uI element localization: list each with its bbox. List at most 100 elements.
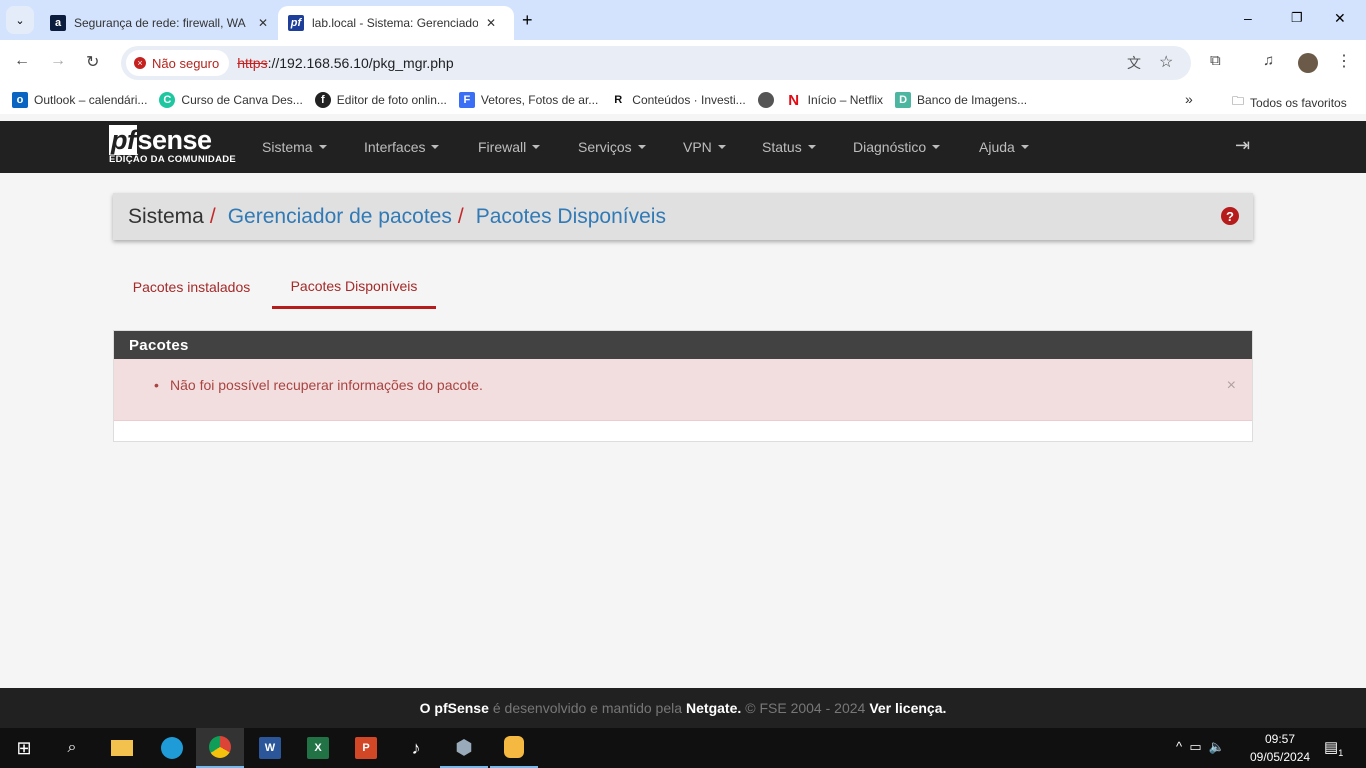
search-icon[interactable]: ⌕ [48,728,96,768]
tiktok-icon[interactable]: ♪ [392,728,440,768]
windows-start-icon[interactable]: ⊞ [0,728,48,768]
bookmarks-bar: o Outlook – calendári... C Curso de Canva … [0,86,1366,114]
outlook-icon: o [12,92,28,108]
bookmark-freepik[interactable]: F Vetores, Fotos de ar... [458,92,598,108]
menu-icon[interactable]: ⋮ [1336,51,1352,71]
license-link[interactable]: Ver licença. [869,700,946,716]
breadcrumb-gerenciador[interactable]: Gerenciador de pacotes [228,205,452,229]
virtualbox-icon[interactable]: ⬢ [440,728,488,768]
bookmark-canva[interactable]: C Curso de Canva Des... [159,92,303,108]
tab-label: Pacotes Disponíveis [290,277,418,294]
back-icon[interactable]: ← [14,52,30,70]
forward-icon[interactable]: → [50,52,66,70]
chrome-icon[interactable] [196,728,244,768]
time: 09:57 [1264,732,1296,746]
menu-vpn[interactable]: VPN [683,121,726,173]
menu-sistema[interactable]: Sistema [262,121,327,173]
browser-tab-active[interactable]: pf lab.local - Sistema: Gerenciador ✕ [278,6,514,40]
word-icon[interactable]: W [246,728,294,768]
bookmark-globe[interactable] [757,92,774,108]
bookmark-rh[interactable]: R Conteúdos · Investi... [610,92,745,108]
caret-down-icon [717,145,726,149]
bookmark-label: Banco de Imagens... [917,93,1028,107]
notification-count: 1 [1338,748,1344,758]
pfsense-logo[interactable]: pfsense EDIÇÃO DA COMUNIDADE [109,125,236,165]
breadcrumb-disponiveis[interactable]: Pacotes Disponíveis [476,205,666,229]
reload-icon[interactable]: ↻ [86,52,99,72]
bookmark-banco[interactable]: D Banco de Imagens... [895,92,1027,108]
bookmark-netflix[interactable]: N Início – Netflix [786,92,883,109]
tab-search-button[interactable]: ⌄ [6,6,34,34]
caret-down-icon [637,145,646,149]
tab-installed-packages[interactable]: Pacotes instalados [113,265,270,309]
media-icon[interactable]: ♫ [1263,52,1274,69]
caret-down-icon [1020,145,1029,149]
tray-icons[interactable]: ^ ▭ 🔈 [1176,739,1225,755]
help-icon[interactable]: ? [1221,207,1239,225]
pfsense-icon: pf [288,15,304,31]
error-alert: • Não foi possível recuperar informações… [114,359,1252,421]
notifications-icon[interactable]: ▤1 [1324,738,1343,758]
edge-icon[interactable] [148,728,196,768]
close-tab-icon[interactable]: ✕ [486,16,496,30]
bookmark-outlook[interactable]: o Outlook – calendári... [12,92,147,108]
security-chip[interactable]: × Não seguro [126,50,230,76]
error-message: Não foi possível recuperar informações d… [170,377,483,393]
close-alert-icon[interactable]: × [1227,377,1236,395]
rh-icon: R [614,94,623,106]
menu-interfaces[interactable]: Interfaces [364,121,440,173]
browser-tab[interactable]: a Segurança de rede: firewall, WA ✕ [40,6,278,40]
minimize-icon[interactable]: – [1244,10,1252,26]
logout-icon[interactable]: ⇥ [1235,135,1250,156]
tab-label: Pacotes instalados [132,279,251,295]
taskbar: ⊞ ⌕ W X P ♪ ⬢ ^ ▭ 🔈 09:57 09/05/2024 ▤1 [0,728,1366,768]
caret-down-icon [807,145,816,149]
caret-down-icon [932,145,941,149]
file-explorer-icon[interactable] [98,728,146,768]
caret-down-icon [318,145,327,149]
menu-firewall[interactable]: Firewall [478,121,541,173]
tab-available-packages[interactable]: Pacotes Disponíveis [272,265,436,309]
bookmark-label: Todos os favoritos [1250,95,1347,110]
netgate-link[interactable]: Netgate. [686,700,741,716]
app-icon[interactable] [490,728,538,768]
restore-icon[interactable]: ❐ [1291,10,1303,26]
tab-title: Segurança de rede: firewall, WA [74,16,246,30]
menu-servicos[interactable]: Serviços [578,121,646,173]
breadcrumb: Sistema / Gerenciador de pacotes / Pacotes… [113,193,1253,240]
address-bar[interactable]: × Não seguro https://192.168.56.10/pkg_mg… [121,46,1191,80]
menu-label: Sistema [262,139,313,155]
footer-brand: O pfSense [419,700,489,716]
menu-status[interactable]: Status [762,121,816,173]
translate-icon[interactable]: 文 [1127,53,1141,73]
editor-icon: f [314,92,331,108]
breadcrumb-sistema: Sistema [128,204,204,228]
url[interactable]: https://192.168.56.10/pkg_mgr.php [237,55,453,71]
excel-icon[interactable]: X [294,728,342,768]
copyright: © FSE 2004 - 2024 [745,700,866,716]
clock[interactable]: 09:57 09/05/2024 [1250,732,1310,764]
bookmark-label: Conteúdos · Investi... [632,93,746,107]
avatar[interactable] [1298,53,1318,73]
image-bank-icon: D [895,92,912,108]
panel-title: Pacotes [114,331,1252,359]
menu-ajuda[interactable]: Ajuda [979,121,1029,173]
menu-label: Interfaces [364,139,426,155]
breadcrumb-separator: / [209,204,216,228]
close-tab-icon[interactable]: ✕ [258,16,268,30]
bookmark-label: Curso de Canva Des... [181,93,303,107]
more-bookmarks-icon[interactable]: » [1185,91,1193,107]
warning-icon: × [134,57,146,69]
breadcrumb-separator: / [457,204,464,228]
extensions-icon[interactable]: ⧉ [1210,52,1221,69]
menu-diagnostico[interactable]: Diagnóstico [853,121,941,173]
all-bookmarks[interactable]: 🗀 Todos os favoritos [1232,92,1347,113]
security-label: Não seguro [152,55,220,71]
star-icon[interactable]: ☆ [1159,52,1173,72]
close-window-icon[interactable]: ✕ [1334,10,1346,27]
bullet: • [154,377,159,393]
powerpoint-icon[interactable]: P [342,728,390,768]
menu-label: Diagnóstico [853,139,927,155]
bookmark-editor[interactable]: f Editor de foto onlin... [314,92,447,108]
new-tab-icon[interactable]: + [522,10,533,31]
